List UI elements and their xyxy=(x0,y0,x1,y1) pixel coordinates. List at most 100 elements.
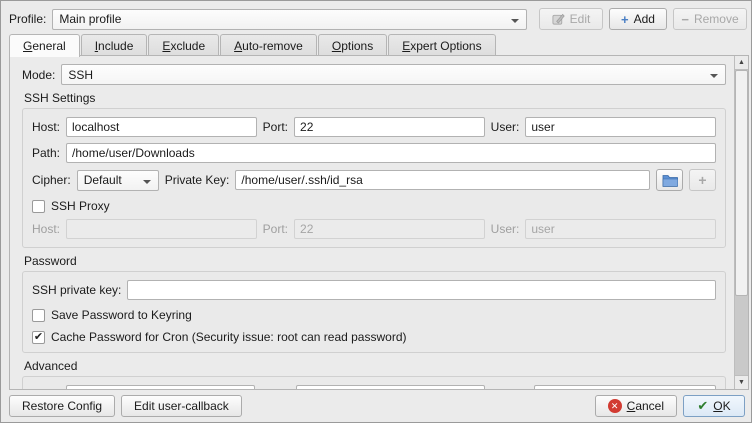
proxy-user-label: User: xyxy=(491,222,520,236)
ssh-cipher-row: Cipher: Default Private Key: + xyxy=(32,169,716,191)
proxy-user-input xyxy=(525,219,716,239)
tab-options-label: ptions xyxy=(341,39,373,53)
advanced-host-input[interactable] xyxy=(66,385,255,389)
mode-row: Mode: SSH xyxy=(22,64,726,85)
mode-label: Mode: xyxy=(22,68,55,82)
mode-select-value: SSH xyxy=(68,68,93,82)
scroll-up-button[interactable]: ▲ xyxy=(735,56,748,70)
save-password-keyring-label: Save Password to Keyring xyxy=(51,308,192,322)
advanced-host-label: Host: xyxy=(32,388,60,389)
settings-dialog: Profile: Main profile Edit + Add − Remov… xyxy=(0,0,752,423)
cache-password-cron-checkbox[interactable]: ✔ xyxy=(32,331,45,344)
tab-options[interactable]: Options xyxy=(318,34,387,56)
profile-select-value: Main profile xyxy=(59,12,121,26)
ssh-path-label: Path: xyxy=(32,146,60,160)
cancel-button[interactable]: ✕ Cancel xyxy=(595,395,677,417)
ssh-settings-group: Host: Port: User: Path: Cipher: Default xyxy=(22,108,726,248)
ssh-path-input[interactable] xyxy=(66,143,716,163)
advanced-user-label: User: xyxy=(261,388,290,389)
proxy-host-label: Host: xyxy=(32,222,60,236)
tab-options-mnemonic: O xyxy=(332,39,341,53)
profile-select[interactable]: Main profile xyxy=(52,9,527,30)
private-key-browse-button[interactable] xyxy=(656,169,683,191)
add-profile-label: Add xyxy=(634,12,655,26)
advanced-title: Advanced xyxy=(24,359,726,373)
tab-include[interactable]: Include xyxy=(81,34,148,56)
ssh-private-key-row: SSH private key: xyxy=(32,280,716,300)
ssh-proxy-checkbox[interactable] xyxy=(32,200,45,213)
cancel-icon: ✕ xyxy=(608,399,622,413)
proxy-port-label: Port: xyxy=(263,222,288,236)
plus-icon: + xyxy=(698,172,706,188)
ssh-host-input[interactable] xyxy=(66,117,257,137)
down-arrow-icon: ▼ xyxy=(738,379,745,386)
plus-icon: + xyxy=(621,12,629,27)
add-profile-button[interactable]: + Add xyxy=(609,8,667,30)
advanced-user-input[interactable] xyxy=(296,385,485,389)
tab-bar: General Include Exclude Auto-remove Opti… xyxy=(9,33,497,55)
cron-checkbox-row: ✔ Cache Password for Cron (Security issu… xyxy=(32,330,716,344)
remove-profile-button[interactable]: − Remove xyxy=(673,8,747,30)
ssh-user-label: User: xyxy=(491,120,520,134)
ssh-port-label: Port: xyxy=(263,120,288,134)
edit-icon xyxy=(552,13,565,26)
password-group: SSH private key: Save Password to Keyrin… xyxy=(22,271,726,353)
edit-user-callback-label: Edit user-callback xyxy=(134,399,229,413)
cache-password-cron-label: Cache Password for Cron (Security issue:… xyxy=(51,330,406,344)
restore-config-label: Restore Config xyxy=(22,399,102,413)
tab-general-label: eneral xyxy=(32,39,65,53)
tab-auto-remove-mnemonic: A xyxy=(234,39,242,53)
ssh-proxy-label: SSH Proxy xyxy=(51,199,110,213)
cipher-select[interactable]: Default xyxy=(77,170,159,191)
scroll-down-button[interactable]: ▼ xyxy=(735,375,748,389)
ssh-private-key-password-input[interactable] xyxy=(127,280,716,300)
scrollbar-thumb[interactable] xyxy=(735,70,748,296)
tab-include-label: nclude xyxy=(98,39,133,53)
ssh-host-row: Host: Port: User: xyxy=(32,117,716,137)
advanced-profile-label: Profile: xyxy=(491,388,528,389)
cancel-label: Cancel xyxy=(627,399,664,413)
profile-bar: Profile: Main profile Edit + Add − Remov… xyxy=(9,8,747,30)
edit-user-callback-button[interactable]: Edit user-callback xyxy=(121,395,242,417)
dropdown-arrow-icon xyxy=(710,74,718,78)
private-key-add-button[interactable]: + xyxy=(689,169,716,191)
advanced-fields-row: Host: User: Profile: xyxy=(32,385,716,389)
ssh-proxy-fields-row: Host: Port: User: xyxy=(32,219,716,239)
ssh-host-label: Host: xyxy=(32,120,60,134)
ssh-path-row: Path: xyxy=(32,143,716,163)
ssh-proxy-checkbox-row: SSH Proxy xyxy=(32,199,716,213)
tab-exclude-label: xclude xyxy=(170,39,205,53)
ssh-port-input[interactable] xyxy=(294,117,485,137)
folder-icon xyxy=(662,174,678,187)
tab-expert-options[interactable]: Expert Options xyxy=(388,34,495,56)
advanced-profile-input[interactable] xyxy=(534,385,716,389)
mode-select[interactable]: SSH xyxy=(61,64,726,85)
ok-button[interactable]: ✔ OK xyxy=(683,395,745,417)
general-tab-pane: Mode: SSH SSH Settings Host: Port: User: xyxy=(9,55,749,390)
cipher-select-value: Default xyxy=(84,173,122,187)
general-tab-content: Mode: SSH SSH Settings Host: Port: User: xyxy=(10,56,734,389)
profile-label: Profile: xyxy=(9,12,46,26)
keyring-checkbox-row: Save Password to Keyring xyxy=(32,308,716,322)
ssh-user-input[interactable] xyxy=(525,117,716,137)
vertical-scrollbar[interactable]: ▲ ▼ xyxy=(734,56,748,389)
tab-exclude[interactable]: Exclude xyxy=(148,34,219,56)
proxy-port-input xyxy=(294,219,485,239)
tab-general[interactable]: General xyxy=(9,34,80,57)
private-key-label: Private Key: xyxy=(165,173,230,187)
tab-auto-remove-label: uto-remove xyxy=(242,39,303,53)
save-password-keyring-checkbox[interactable] xyxy=(32,309,45,322)
dropdown-arrow-icon xyxy=(511,19,519,23)
tab-general-mnemonic: G xyxy=(23,39,32,53)
tab-auto-remove[interactable]: Auto-remove xyxy=(220,34,317,56)
up-arrow-icon: ▲ xyxy=(738,59,745,66)
dropdown-arrow-icon xyxy=(143,180,151,184)
edit-profile-button[interactable]: Edit xyxy=(539,8,603,30)
edit-profile-label: Edit xyxy=(570,12,591,26)
ok-label: OK xyxy=(713,399,730,413)
restore-config-button[interactable]: Restore Config xyxy=(9,395,115,417)
cipher-label: Cipher: xyxy=(32,173,71,187)
footer-bar: Restore Config Edit user-callback ✕ Canc… xyxy=(9,395,745,417)
checkmark-icon: ✔ xyxy=(34,332,43,343)
private-key-input[interactable] xyxy=(235,170,650,190)
